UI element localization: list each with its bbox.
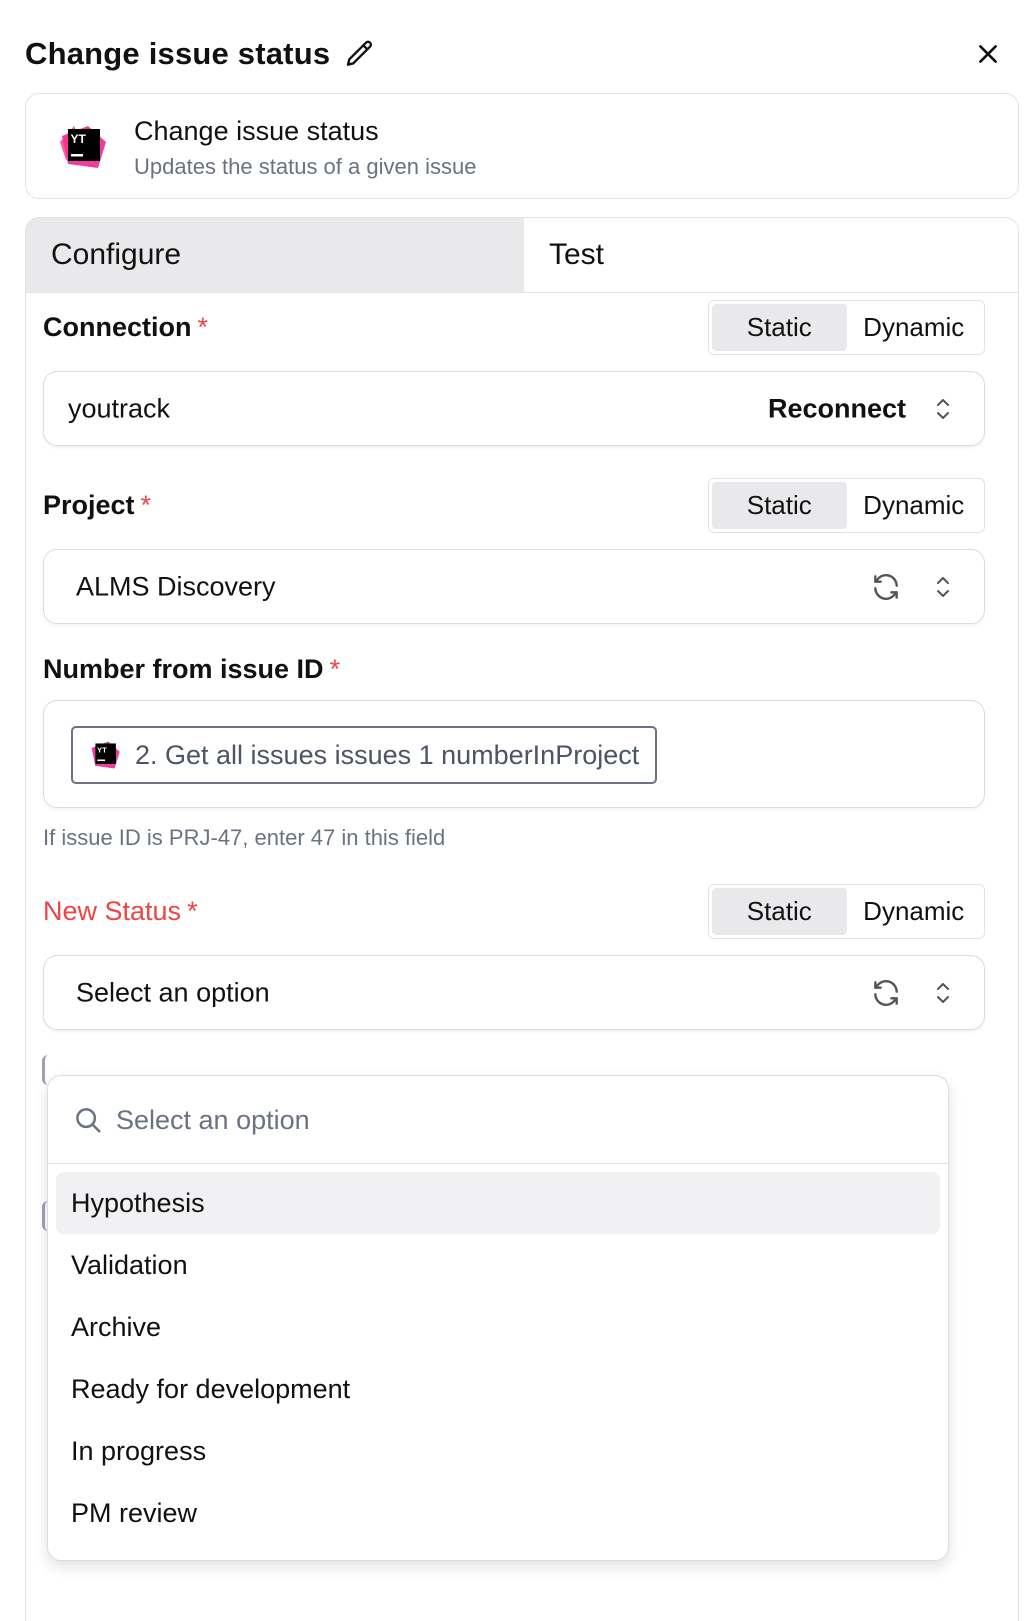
chevron-up-down-icon: [932, 978, 954, 1008]
tab-configure[interactable]: Configure: [26, 218, 524, 292]
dropdown-search-input[interactable]: [116, 1096, 896, 1144]
project-value: ALMS Discovery: [76, 571, 276, 601]
chevron-up-down-icon: [932, 572, 954, 602]
connection-label-text: Connection: [43, 312, 192, 342]
youtrack-logo-icon: YT: [89, 739, 121, 771]
status-static-option[interactable]: Static: [712, 888, 847, 935]
page-title: Change issue status: [25, 36, 331, 71]
option-item[interactable]: In progress: [56, 1420, 940, 1482]
dropdown-search: [48, 1076, 948, 1164]
number-label: Number from issue ID *: [43, 654, 340, 685]
search-icon: [73, 1105, 103, 1135]
status-mode-toggle: Static Dynamic: [708, 884, 985, 939]
status-select[interactable]: Select an option: [43, 955, 985, 1030]
project-dynamic-option[interactable]: Dynamic: [847, 482, 982, 529]
refresh-icon[interactable]: [870, 571, 902, 603]
number-hint: If issue ID is PRJ-47, enter 47 in this …: [43, 825, 446, 850]
required-mark: *: [187, 896, 198, 926]
status-value: Select an option: [76, 977, 270, 1007]
panel-header: Change issue status: [25, 30, 1006, 78]
action-description: Updates the status of a given issue: [134, 154, 477, 179]
project-label-text: Project: [43, 490, 135, 520]
option-item[interactable]: PM review: [56, 1482, 940, 1544]
number-label-text: Number from issue ID: [43, 654, 324, 684]
option-item[interactable]: Validation: [56, 1234, 940, 1296]
required-mark: *: [197, 312, 209, 342]
project-select[interactable]: ALMS Discovery: [43, 549, 985, 624]
tab-bar: Configure Test: [26, 218, 1018, 293]
status-dynamic-option[interactable]: Dynamic: [847, 888, 982, 935]
variable-chip-text: 2. Get all issues issues 1 numberInProje…: [135, 739, 640, 770]
edit-title-pencil-icon[interactable]: [344, 37, 378, 71]
connection-static-option[interactable]: Static: [712, 304, 847, 351]
option-item[interactable]: Archive: [56, 1296, 940, 1358]
status-options-dropdown: Hypothesis Validation Archive Ready for …: [47, 1075, 949, 1561]
connection-dynamic-option[interactable]: Dynamic: [847, 304, 982, 351]
project-label: Project *: [43, 490, 151, 521]
number-input[interactable]: YT 2. Get all issues issues 1 numberInPr…: [43, 700, 985, 808]
refresh-icon[interactable]: [870, 977, 902, 1009]
reconnect-button[interactable]: Reconnect: [768, 393, 906, 424]
connection-mode-toggle: Static Dynamic: [708, 300, 985, 355]
close-icon[interactable]: [970, 36, 1006, 72]
tab-test[interactable]: Test: [524, 218, 1018, 292]
action-summary-card: YT Change issue status Updates the statu…: [25, 93, 1019, 199]
action-title: Change issue status: [134, 116, 379, 146]
status-label-text: New Status: [43, 896, 182, 926]
connection-select[interactable]: youtrack Reconnect: [43, 371, 985, 446]
chevron-up-down-icon: [932, 394, 954, 424]
project-static-option[interactable]: Static: [712, 482, 847, 529]
option-item[interactable]: Hypothesis: [56, 1172, 940, 1234]
option-item[interactable]: Ready for development: [56, 1358, 940, 1420]
variable-chip[interactable]: YT 2. Get all issues issues 1 numberInPr…: [71, 726, 658, 784]
required-mark: *: [329, 654, 341, 684]
project-mode-toggle: Static Dynamic: [708, 478, 985, 533]
svg-text:YT: YT: [71, 132, 87, 146]
connection-label: Connection *: [43, 312, 208, 343]
options-list: Hypothesis Validation Archive Ready for …: [56, 1172, 940, 1544]
svg-text:YT: YT: [97, 745, 107, 754]
required-mark: *: [140, 490, 152, 520]
status-label: New Status *: [43, 896, 198, 927]
youtrack-logo-icon: YT: [58, 122, 108, 172]
connection-value: youtrack: [68, 393, 171, 423]
